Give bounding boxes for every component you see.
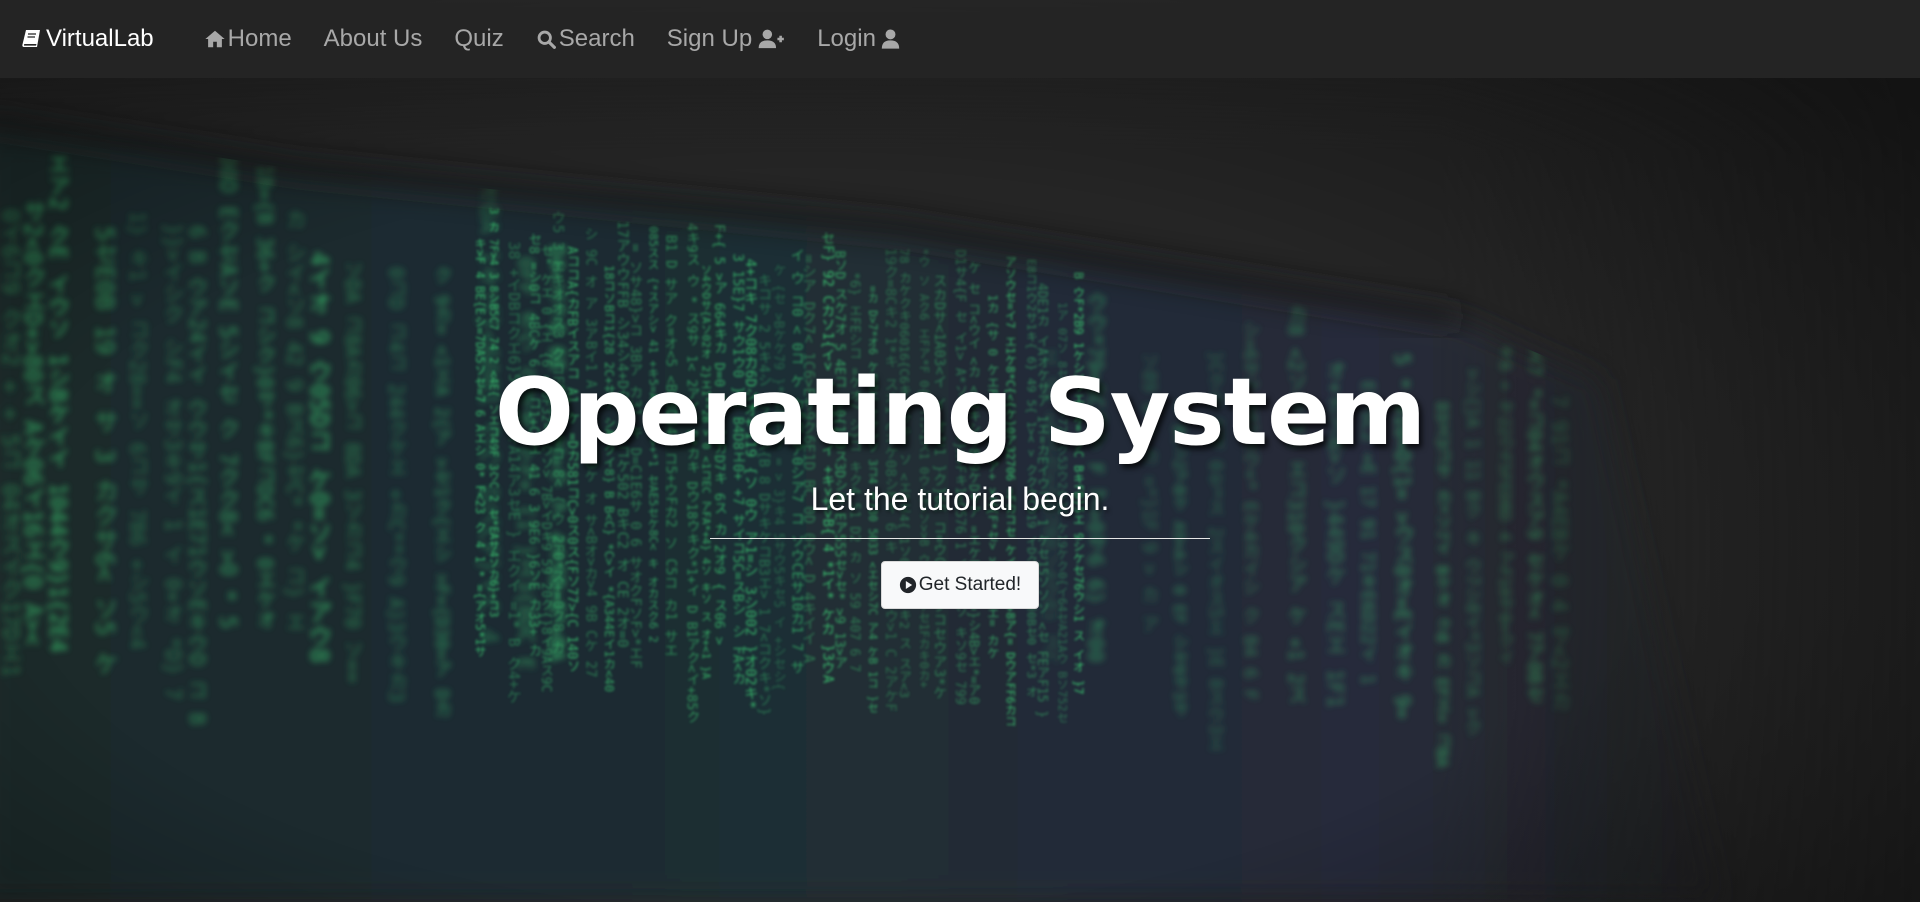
nav-links: Home About Us Quiz Search Sign Up Login (188, 25, 916, 53)
page: 0イ6コ9 クオ2 + + 5コ 04オスイク17Dエ1 サ2<0クエD+>80… (0, 0, 1920, 902)
nav-home-label: Home (227, 25, 292, 52)
hero-title: Operating System (494, 358, 1426, 466)
get-started-button[interactable]: Get Started! (881, 561, 1039, 609)
nav-search-label: Search (558, 25, 635, 52)
user-plus-icon (758, 29, 785, 49)
hero-divider (710, 538, 1210, 539)
nav-quiz-label: Quiz (454, 25, 504, 52)
nav-about-us[interactable]: About Us (308, 25, 439, 53)
top-navbar: VirtualLab Home About Us Quiz Search Sig… (0, 0, 1920, 78)
book-icon (22, 30, 40, 47)
user-icon (881, 29, 900, 49)
get-started-label: Get Started! (918, 574, 1022, 595)
nav-quiz[interactable]: Quiz (438, 25, 519, 53)
search-icon (537, 30, 556, 49)
nav-login[interactable]: Login (801, 25, 916, 53)
nav-about-us-label: About Us (323, 25, 423, 52)
nav-search[interactable]: Search (520, 25, 651, 53)
brand-link[interactable]: VirtualLab (20, 25, 154, 53)
play-circle-icon (899, 576, 916, 594)
hero-subtitle: Let the tutorial begin. (810, 481, 1110, 517)
home-icon (205, 30, 225, 48)
nav-sign-up[interactable]: Sign Up (651, 25, 801, 53)
nav-home[interactable]: Home (188, 25, 308, 53)
nav-sign-up-label: Sign Up (666, 25, 753, 52)
brand-label: VirtualLab (46, 25, 154, 52)
hero-section: Operating System Let the tutorial begin.… (0, 0, 1920, 902)
nav-login-label: Login (817, 25, 876, 52)
